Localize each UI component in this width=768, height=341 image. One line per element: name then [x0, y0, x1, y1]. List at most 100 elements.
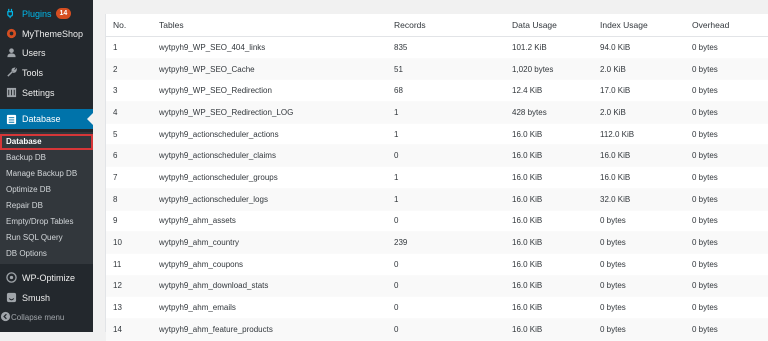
submenu-item-run-sql-query[interactable]: Run SQL Query [0, 230, 93, 246]
sidebar-item-users[interactable]: Users [0, 43, 93, 62]
cell-index-usage: 16.0 KiB [600, 166, 692, 189]
cell-table-name: wytpyh9_actionscheduler_actions [159, 123, 394, 146]
cell-table-name: wytpyh9_ahm_country [159, 231, 394, 254]
table-row: 3 wytpyh9_WP_SEO_Redirection 68 12.4 KiB 17.… [106, 79, 768, 103]
cell-table-name: wytpyh9_WP_SEO_Redirection_LOG [159, 101, 394, 124]
cell-index-usage: 16.0 KiB [600, 144, 692, 168]
cell-records: 1 [394, 166, 512, 189]
cell-table-name: wytpyh9_WP_SEO_Redirection [159, 79, 394, 103]
cell-records: 0 [394, 144, 512, 168]
cell-no: 6 [106, 144, 159, 168]
cell-data-usage: 16.0 KiB [512, 231, 600, 254]
cell-table-name: wytpyh9_ahm_assets [159, 210, 394, 233]
sidebar-item-smush[interactable]: Smush [0, 288, 93, 307]
table-row: 1 wytpyh9_WP_SEO_404_links 835 101.2 KiB 94.… [106, 36, 768, 59]
cell-overhead: 0 bytes [692, 296, 768, 319]
active-menu-arrow [87, 113, 93, 125]
cell-overhead: 0 bytes [692, 101, 768, 124]
sidebar-item-label: Plugins [22, 8, 52, 19]
cell-data-usage: 16.0 KiB [512, 318, 600, 341]
cell-data-usage: 16.0 KiB [512, 144, 600, 168]
submenu-item-repair-db[interactable]: Repair DB [0, 198, 93, 214]
cell-overhead: 0 bytes [692, 318, 768, 341]
cell-no: 13 [106, 296, 159, 319]
database-tables-table: No. Tables Records Data Usage Index Usag… [106, 14, 768, 341]
submenu-item-manage-backup-db[interactable]: Manage Backup DB [0, 166, 93, 182]
cell-no: 5 [106, 123, 159, 146]
cell-overhead: 0 bytes [692, 210, 768, 233]
cell-records: 0 [394, 296, 512, 319]
table-row: 9 wytpyh9_ahm_assets 0 16.0 KiB 0 bytes 0 byt… [106, 210, 768, 233]
cell-data-usage: 16.0 KiB [512, 253, 600, 276]
cell-overhead: 0 bytes [692, 253, 768, 276]
cell-records: 0 [394, 275, 512, 298]
submenu-item-database[interactable]: Database [0, 134, 93, 150]
mythemeshop-icon [5, 28, 17, 40]
cell-no: 10 [106, 231, 159, 254]
sidebar-item-tools[interactable]: Tools [0, 63, 93, 82]
cell-overhead: 0 bytes [692, 123, 768, 146]
column-header-index-usage: Index Usage [600, 14, 692, 37]
cell-index-usage: 0 bytes [600, 231, 692, 254]
column-header-tables: Tables [159, 14, 394, 37]
cell-records: 1 [394, 123, 512, 146]
collapse-menu-label: Collapse menu [11, 312, 65, 322]
cell-index-usage: 32.0 KiB [600, 188, 692, 211]
table-row: 5 wytpyh9_actionscheduler_actions 1 16.0 Ki… [106, 123, 768, 146]
collapse-menu-button[interactable]: Collapse menu [0, 308, 93, 326]
cell-index-usage: 2.0 KiB [600, 101, 692, 124]
cell-data-usage: 16.0 KiB [512, 210, 600, 233]
cell-table-name: wytpyh9_WP_SEO_404_links [159, 36, 394, 59]
database-submenu: Database Backup DB Manage Backup DB Opti… [0, 132, 93, 264]
cell-no: 1 [106, 36, 159, 59]
cell-index-usage: 0 bytes [600, 296, 692, 319]
cell-data-usage: 16.0 KiB [512, 275, 600, 298]
wp-optimize-icon [5, 272, 17, 284]
cell-records: 0 [394, 210, 512, 233]
cell-table-name: wytpyh9_actionscheduler_groups [159, 166, 394, 189]
cell-index-usage: 0 bytes [600, 210, 692, 233]
update-count-badge: 14 [55, 8, 72, 19]
cell-records: 0 [394, 253, 512, 276]
cell-records: 51 [394, 58, 512, 81]
cell-data-usage: 428 bytes [512, 101, 600, 124]
table-body: 1 wytpyh9_WP_SEO_404_links 835 101.2 KiB 94.… [106, 36, 768, 341]
cell-table-name: wytpyh9_actionscheduler_logs [159, 188, 394, 211]
sidebar-item-label: Tools [22, 67, 44, 78]
cell-data-usage: 1,020 bytes [512, 58, 600, 81]
sidebar-item-plugins[interactable]: Plugins 14 [0, 4, 93, 23]
cell-table-name: wytpyh9_WP_SEO_Cache [159, 58, 394, 81]
table-header-row: No. Tables Records Data Usage Index Usag… [106, 14, 768, 37]
sidebar-item-wp-optimize[interactable]: WP-Optimize [0, 268, 93, 287]
cell-data-usage: 16.0 KiB [512, 296, 600, 319]
smush-icon [5, 292, 17, 304]
cell-records: 1 [394, 101, 512, 124]
cell-records: 68 [394, 79, 512, 103]
submenu-item-empty-drop-tables[interactable]: Empty/Drop Tables [0, 214, 93, 230]
column-header-data-usage: Data Usage [512, 14, 600, 37]
submenu-item-backup-db[interactable]: Backup DB [0, 150, 93, 166]
cell-data-usage: 16.0 KiB [512, 166, 600, 189]
sidebar-item-settings[interactable]: Settings [0, 83, 93, 102]
cell-overhead: 0 bytes [692, 144, 768, 168]
sidebar-item-label: Settings [22, 87, 55, 98]
column-header-overhead: Overhead [692, 14, 768, 37]
cell-overhead: 0 bytes [692, 188, 768, 211]
column-header-no: No. [106, 14, 159, 37]
column-header-records: Records [394, 14, 512, 37]
cell-no: 7 [106, 166, 159, 189]
table-row: 2 wytpyh9_WP_SEO_Cache 51 1,020 bytes 2.0 Ki… [106, 58, 768, 81]
settings-sliders-icon [5, 87, 17, 99]
cell-overhead: 0 bytes [692, 231, 768, 254]
cell-no: 14 [106, 318, 159, 341]
sidebar-item-mythemeshop[interactable]: MyThemeShop [0, 24, 93, 43]
sidebar-item-database[interactable]: Database [0, 109, 93, 129]
cell-index-usage: 2.0 KiB [600, 58, 692, 81]
cell-index-usage: 94.0 KiB [600, 36, 692, 59]
submenu-item-db-options[interactable]: DB Options [0, 246, 93, 262]
collapse-arrow-icon [0, 311, 11, 324]
submenu-item-optimize-db[interactable]: Optimize DB [0, 182, 93, 198]
cell-index-usage: 0 bytes [600, 275, 692, 298]
cell-data-usage: 101.2 KiB [512, 36, 600, 59]
admin-sidebar: Plugins 14 MyThemeShop Users Tools Setti… [0, 0, 93, 332]
